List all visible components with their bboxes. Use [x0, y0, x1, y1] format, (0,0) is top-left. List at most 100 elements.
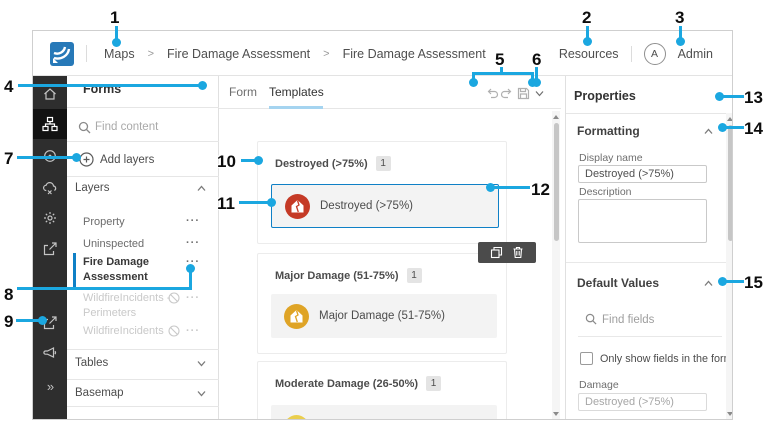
share-export-icon[interactable] — [33, 234, 67, 264]
template-item-label: Destroyed (>75%) — [320, 200, 413, 212]
resources-link[interactable]: Resources — [559, 47, 619, 61]
template-item-label: Major Damage (51-75%) — [319, 310, 445, 322]
redo-icon[interactable] — [499, 86, 513, 100]
scroll-up-arrow[interactable] — [727, 117, 732, 121]
template-group-title: Destroyed (>75%) — [275, 157, 368, 170]
layer-row-uninspected[interactable]: Uninspected — [83, 237, 144, 252]
header-divider — [86, 45, 87, 62]
tab-form[interactable]: Form — [229, 85, 257, 99]
display-name-label: Display name — [579, 152, 643, 164]
layer-overflow-menu[interactable]: ··· — [186, 215, 200, 227]
chevron-down-icon[interactable] — [197, 360, 206, 367]
scrollbar-thumb[interactable] — [727, 125, 732, 241]
callout-label: 7 — [4, 149, 14, 168]
user-menu[interactable]: Admin — [678, 47, 713, 61]
screenshot-canvas: Maps > Fire Damage Assessment > Fire Dam… — [0, 0, 773, 423]
search-icon — [585, 313, 597, 325]
breadcrumb-map-name[interactable]: Fire Damage Assessment — [167, 47, 310, 61]
settings-gear-icon[interactable] — [33, 203, 67, 233]
layer-row-fire-damage-assessment[interactable]: Fire Damage Assessment — [83, 255, 149, 285]
save-icon[interactable] — [516, 86, 530, 100]
template-group-title: Moderate Damage (26-50%) — [275, 377, 419, 390]
duplicate-icon[interactable] — [490, 246, 503, 259]
template-group-major-damage: Major Damage (51-75%) 1 Major Damage (51… — [257, 253, 507, 354]
template-count-badge: 1 — [426, 376, 442, 391]
layer-name-line1: Fire Damage — [83, 256, 150, 268]
undo-icon[interactable] — [485, 86, 499, 100]
destroyed-house-icon — [285, 193, 310, 219]
only-show-fields-checkbox[interactable] — [580, 352, 593, 365]
template-item-moderate-damage[interactable]: Moderate Damage (26-50%) — [271, 405, 497, 419]
description-textarea[interactable] — [578, 199, 707, 243]
avatar[interactable]: A — [643, 42, 666, 65]
selected-layer-accent — [73, 253, 76, 288]
tab-templates[interactable]: Templates — [269, 85, 324, 99]
callout-label: 6 — [532, 50, 542, 69]
callout-label: 1 — [110, 8, 120, 27]
forms-icon[interactable] — [33, 109, 67, 139]
properties-scrollbar[interactable] — [726, 113, 732, 419]
not-supported-icon — [168, 325, 180, 337]
scrollbar-thumb[interactable] — [553, 123, 559, 241]
formatting-section-header: Formatting — [577, 124, 640, 138]
app-window: Maps > Fire Damage Assessment > Fire Dam… — [32, 30, 733, 420]
callout-label: 2 — [582, 8, 592, 27]
scroll-down-arrow[interactable] — [553, 412, 559, 416]
trash-icon[interactable] — [512, 246, 524, 259]
layer-overflow-menu[interactable]: ··· — [186, 237, 200, 249]
callout-label: 4 — [4, 77, 14, 96]
callout-label: 14 — [744, 119, 763, 138]
layer-row-wildfire-perimeters[interactable]: WildfireIncidents - Perimeters — [83, 291, 170, 321]
layers-section-header[interactable]: Layers — [75, 182, 110, 194]
display-name-input[interactable] — [578, 165, 707, 183]
templates-scrollbar[interactable] — [552, 111, 560, 419]
moderate-damage-house-icon — [286, 414, 307, 419]
save-options-chevron-icon[interactable] — [532, 86, 546, 100]
chevron-up-icon[interactable] — [704, 128, 713, 135]
layer-overflow-menu[interactable]: ··· — [186, 325, 200, 337]
find-content-input[interactable] — [95, 118, 210, 136]
template-hover-toolbar — [478, 242, 536, 263]
damage-default-value-input[interactable] — [578, 393, 707, 411]
breadcrumb-separator-icon: > — [323, 47, 330, 60]
header-right: Resources A Admin — [559, 31, 713, 76]
callout-label: 10 — [217, 152, 236, 171]
header-divider — [630, 45, 632, 62]
avatar-initial: A — [651, 47, 659, 60]
template-count-badge: 1 — [375, 156, 391, 171]
layer-name-line2: Assessment — [83, 271, 148, 283]
circle-plus-icon — [79, 152, 94, 167]
template-item-major-damage[interactable]: Major Damage (51-75%) — [271, 294, 497, 338]
layer-overflow-menu[interactable]: ··· — [186, 292, 200, 304]
app-header: Maps > Fire Damage Assessment > Fire Dam… — [33, 31, 732, 76]
add-layers-button[interactable]: Add layers — [79, 152, 154, 167]
templates-panel: Form Templates Destroyed (>75%) 1 Destro… — [219, 76, 561, 419]
offline-cloud-icon[interactable] — [33, 173, 67, 203]
forms-panel: Forms Add layers Layers Property ··· Uni… — [67, 76, 219, 419]
chevron-up-icon[interactable] — [704, 280, 713, 287]
template-item-destroyed[interactable]: Destroyed (>75%) — [271, 184, 499, 228]
damage-field-label: Damage — [579, 379, 619, 391]
layer-row-wildfire-incidents[interactable]: WildfireIncidents — [83, 324, 164, 339]
scroll-down-arrow[interactable] — [727, 412, 732, 416]
find-fields-input[interactable] — [602, 312, 712, 328]
template-group-title: Major Damage (51-75%) — [275, 269, 399, 282]
tab-bar: Form Templates — [219, 76, 561, 109]
tables-section-header[interactable]: Tables — [75, 357, 108, 369]
breadcrumb-maps[interactable]: Maps — [104, 47, 135, 61]
collapse-sidebar-icon[interactable]: » — [33, 371, 67, 401]
active-tab-underline — [269, 106, 323, 109]
scroll-up-arrow[interactable] — [553, 115, 559, 119]
chevron-up-icon[interactable] — [197, 185, 206, 192]
callout-label: 11 — [217, 194, 235, 213]
chevron-down-icon[interactable] — [197, 390, 206, 397]
breadcrumb-form-name: Fire Damage Assessment — [342, 46, 486, 61]
callout-label: 13 — [744, 88, 763, 107]
template-count-badge: 1 — [406, 268, 422, 283]
layer-row-property[interactable]: Property — [83, 215, 125, 230]
add-layers-label: Add layers — [100, 153, 155, 166]
feedback-megaphone-icon[interactable] — [33, 338, 67, 368]
default-values-section-header: Default Values — [577, 276, 660, 290]
properties-title: Properties — [574, 89, 636, 103]
basemap-section-header[interactable]: Basemap — [75, 387, 124, 399]
